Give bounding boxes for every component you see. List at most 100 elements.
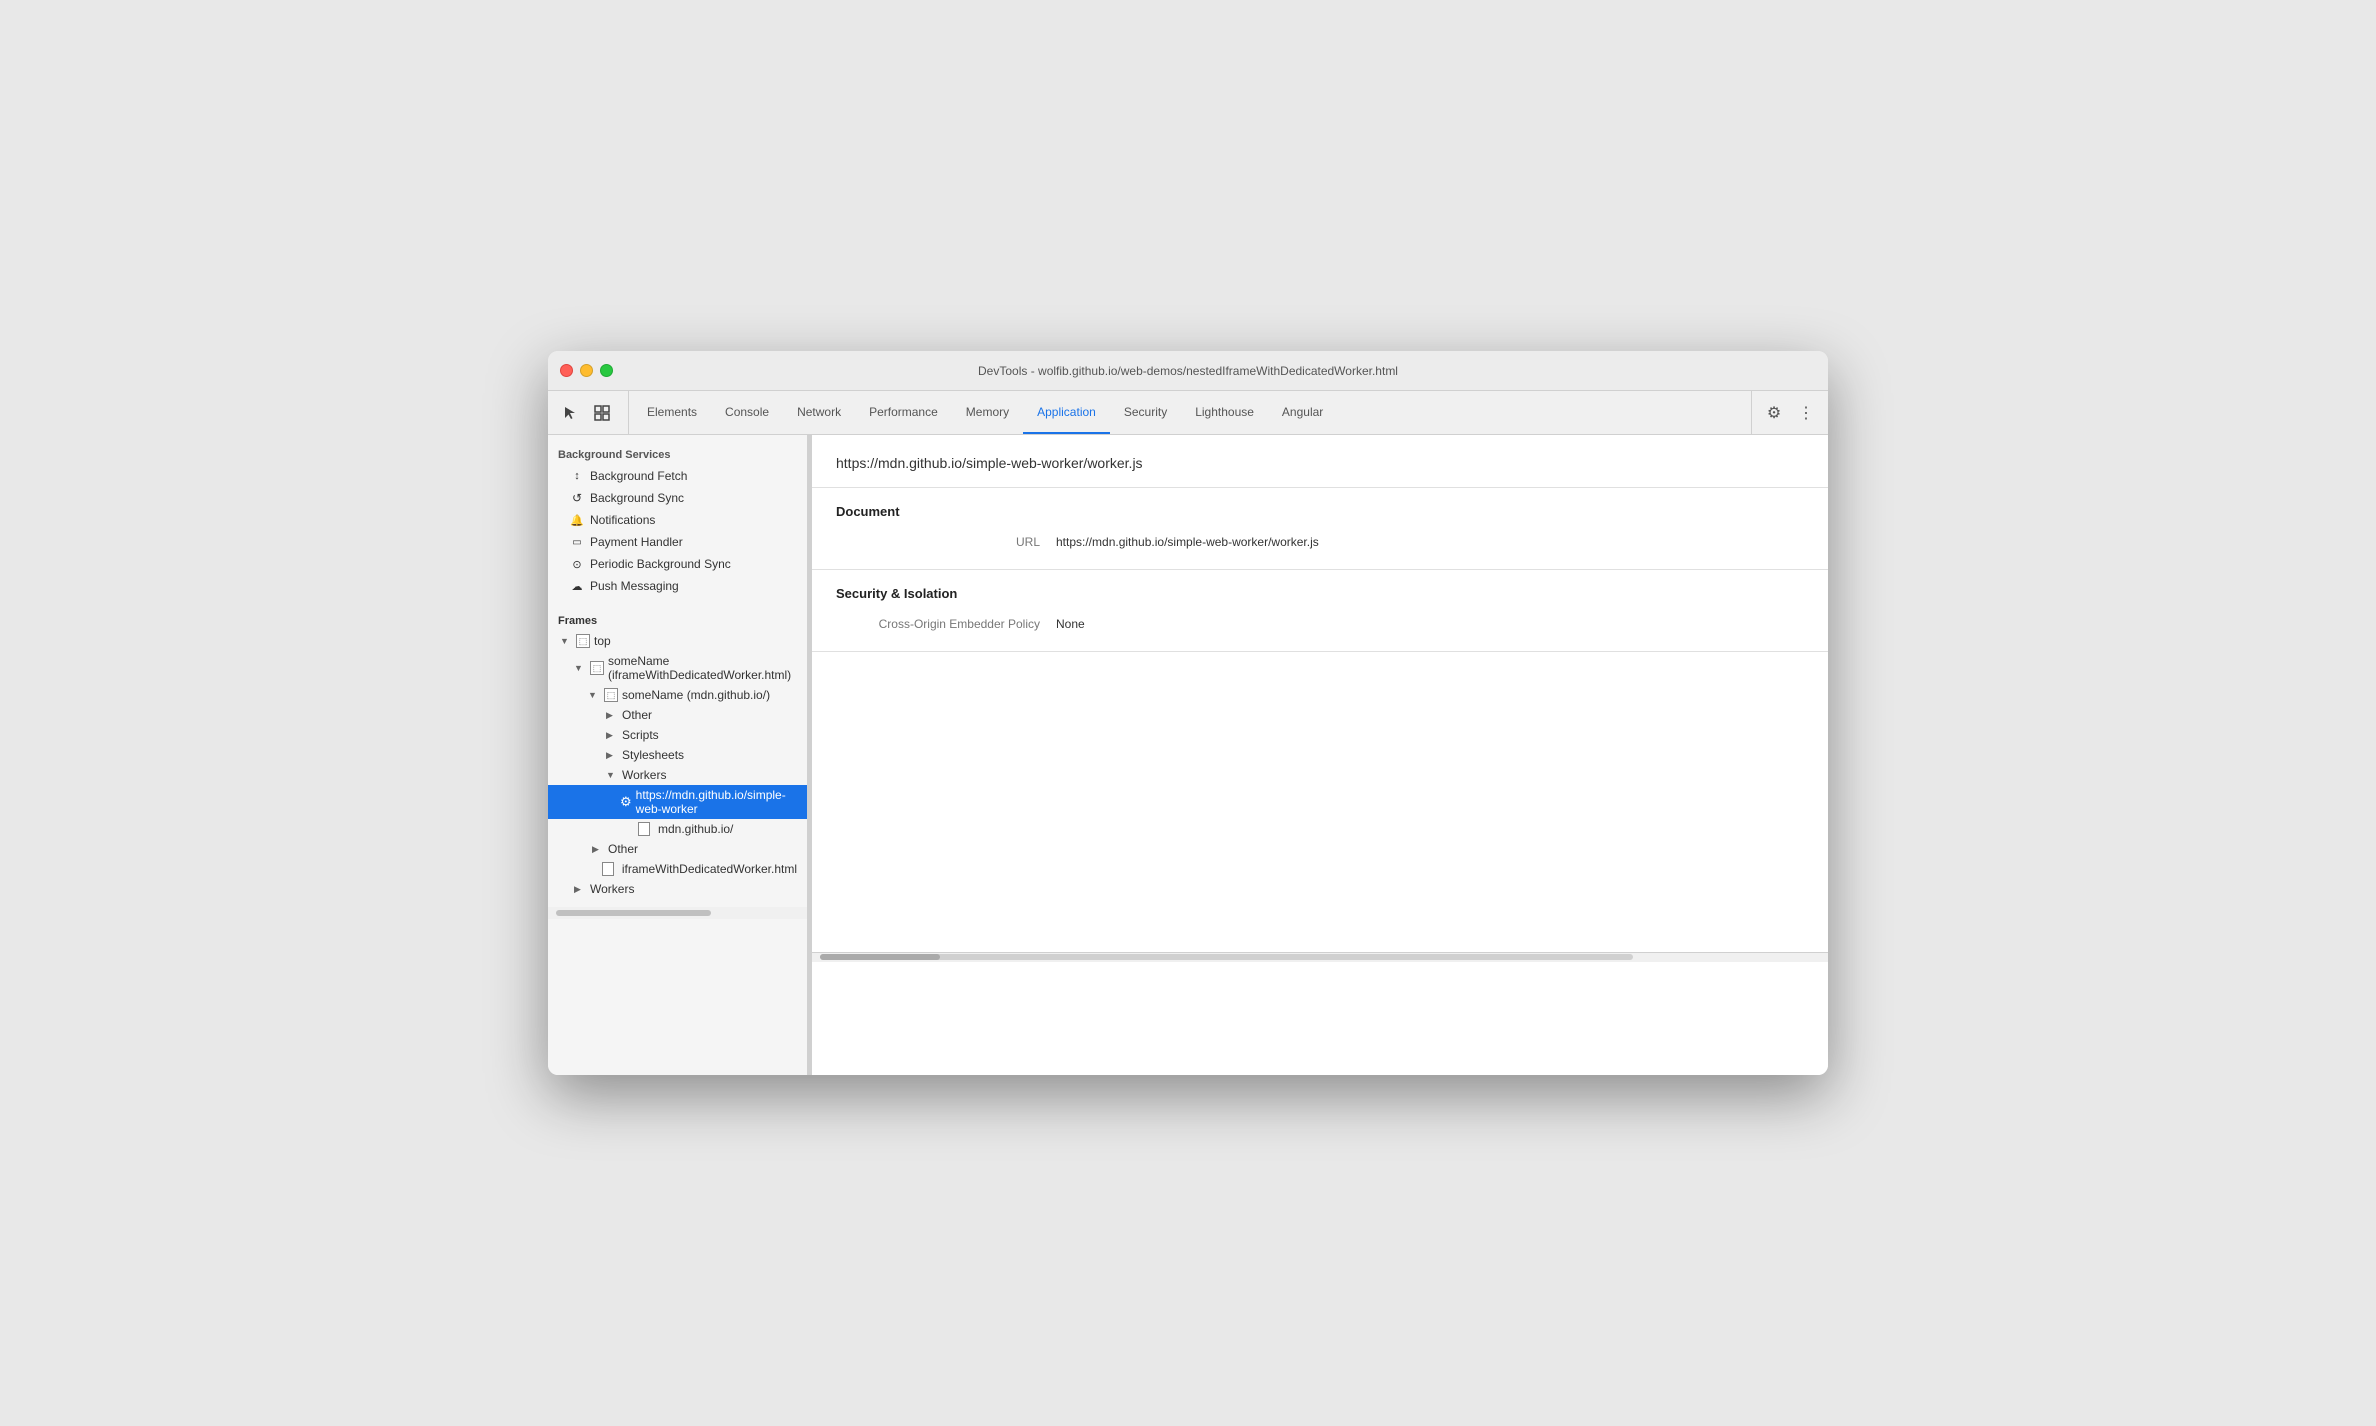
tree-item-somename-iframe[interactable]: ▼ ⬚ someName (iframeWithDedicatedWorker.… (548, 651, 807, 685)
content-bottom-scrollbar[interactable] (812, 952, 1828, 962)
tree-item-stylesheets[interactable]: ▶ Stylesheets (548, 745, 807, 765)
bell-icon: 🔔 (570, 514, 584, 527)
tree-item-iframe-file[interactable]: iframeWithDedicatedWorker.html (548, 859, 807, 879)
more-icon[interactable]: ⋮ (1792, 399, 1820, 427)
tab-network[interactable]: Network (783, 391, 855, 434)
collapse-icon: ▶ (606, 730, 618, 741)
content-empty-area (812, 652, 1828, 952)
security-section: Security & Isolation Cross-Origin Embedd… (812, 570, 1828, 652)
frames-label: Frames (558, 615, 597, 627)
tab-console[interactable]: Console (711, 391, 783, 434)
document-section: Document URL https://mdn.github.io/simpl… (812, 488, 1828, 570)
collapse-icon: ▼ (588, 690, 600, 700)
collapse-icon: ▶ (592, 844, 604, 855)
tree-item-scripts[interactable]: ▶ Scripts (548, 725, 807, 745)
frame-icon: ⬚ (590, 661, 604, 675)
security-section-title: Security & Isolation (836, 586, 1804, 601)
tab-lighthouse[interactable]: Lighthouse (1181, 391, 1268, 434)
title-bar: DevTools - wolfib.github.io/web-demos/ne… (548, 351, 1828, 391)
collapse-icon: ▶ (606, 710, 618, 721)
tree-item-label: mdn.github.io/ (658, 822, 733, 836)
content-url: https://mdn.github.io/simple-web-worker/… (812, 435, 1828, 488)
collapse-icon: ▼ (574, 663, 586, 673)
sidebar-item-payment-handler[interactable]: ▭ Payment Handler (548, 531, 807, 553)
frame-icon: ⬚ (604, 688, 618, 702)
toolbar-icons (556, 391, 629, 434)
tab-performance[interactable]: Performance (855, 391, 952, 434)
collapse-icon: ▼ (560, 636, 572, 646)
main-layout: Background Services ↕ Background Fetch ↺… (548, 435, 1828, 1075)
sidebar-item-label: Background Sync (590, 491, 684, 505)
url-label: URL (836, 535, 1056, 549)
url-row: URL https://mdn.github.io/simple-web-wor… (836, 531, 1804, 553)
tree-item-other-2[interactable]: ▶ Other (548, 839, 807, 859)
tab-angular[interactable]: Angular (1268, 391, 1337, 434)
tree-item-label: someName (mdn.github.io/) (622, 688, 770, 702)
tab-security[interactable]: Security (1110, 391, 1181, 434)
inspect-icon[interactable] (588, 399, 616, 427)
coep-value: None (1056, 617, 1085, 631)
collapse-icon: ▶ (574, 884, 586, 895)
scrollbar-track (820, 954, 1633, 960)
file-icon (602, 862, 614, 876)
sidebar-item-background-fetch[interactable]: ↕ Background Fetch (548, 465, 807, 487)
frames-title: Frames (548, 607, 807, 631)
scrollbar-thumb (556, 910, 711, 916)
devtools-window: DevTools - wolfib.github.io/web-demos/ne… (548, 351, 1828, 1075)
background-services-title: Background Services (548, 443, 807, 465)
tab-application[interactable]: Application (1023, 391, 1110, 434)
tree-item-label: Other (608, 842, 638, 856)
settings-icon[interactable]: ⚙ (1760, 399, 1788, 427)
tree-item-top[interactable]: ▼ ⬚ top (548, 631, 807, 651)
tree-item-label: Workers (590, 882, 634, 896)
tree-item-workers[interactable]: ▼ Workers (548, 765, 807, 785)
tree-item-label: iframeWithDedicatedWorker.html (622, 862, 797, 876)
coep-label: Cross-Origin Embedder Policy (836, 617, 1056, 631)
tree-item-label: Other (622, 708, 652, 722)
url-value: https://mdn.github.io/simple-web-worker/… (1056, 535, 1319, 549)
tab-memory[interactable]: Memory (952, 391, 1023, 434)
sidebar-item-notifications[interactable]: 🔔 Notifications (548, 509, 807, 531)
sidebar: Background Services ↕ Background Fetch ↺… (548, 435, 808, 1075)
frame-icon: ⬚ (576, 634, 590, 648)
toolbar: Elements Console Network Performance Mem… (548, 391, 1828, 435)
tab-elements[interactable]: Elements (633, 391, 711, 434)
gear-icon: ⚙ (620, 794, 632, 810)
collapse-icon: ▶ (606, 750, 618, 761)
tree-item-label: https://mdn.github.io/simple-web-worker (636, 788, 797, 816)
tree-item-workers-top[interactable]: ▶ Workers (548, 879, 807, 899)
sidebar-item-label: Periodic Background Sync (590, 557, 731, 571)
collapse-icon: ▼ (606, 770, 618, 780)
tree-item-worker-url[interactable]: ⚙ https://mdn.github.io/simple-web-worke… (548, 785, 807, 819)
coep-row: Cross-Origin Embedder Policy None (836, 613, 1804, 635)
content-panel: https://mdn.github.io/simple-web-worker/… (812, 435, 1828, 1075)
sidebar-scrollbar[interactable] (548, 907, 807, 919)
payment-icon: ▭ (570, 537, 584, 548)
document-section-title: Document (836, 504, 1804, 519)
cloud-icon: ☁ (570, 580, 584, 593)
tree-item-mdn-file[interactable]: mdn.github.io/ (548, 819, 807, 839)
sidebar-item-label: Payment Handler (590, 535, 683, 549)
file-icon (638, 822, 650, 836)
maximize-button[interactable] (600, 364, 613, 377)
tabs: Elements Console Network Performance Mem… (633, 391, 1751, 434)
background-sync-icon: ↺ (570, 491, 584, 505)
tree-item-label: Scripts (622, 728, 659, 742)
close-button[interactable] (560, 364, 573, 377)
tree-item-label: Stylesheets (622, 748, 684, 762)
tree-item-label: Workers (622, 768, 666, 782)
sidebar-item-background-sync[interactable]: ↺ Background Sync (548, 487, 807, 509)
toolbar-right: ⚙ ⋮ (1751, 391, 1820, 434)
scrollbar-thumb (820, 954, 940, 960)
cursor-icon[interactable] (556, 399, 584, 427)
tree-item-label: top (594, 634, 611, 648)
tree-item-other-1[interactable]: ▶ Other (548, 705, 807, 725)
sidebar-item-label: Push Messaging (590, 579, 679, 593)
minimize-button[interactable] (580, 364, 593, 377)
tree-item-somename-mdn[interactable]: ▼ ⬚ someName (mdn.github.io/) (548, 685, 807, 705)
sidebar-item-push-messaging[interactable]: ☁ Push Messaging (548, 575, 807, 597)
sidebar-item-label: Notifications (590, 513, 655, 527)
traffic-lights (560, 364, 613, 377)
sidebar-item-periodic-background-sync[interactable]: ⊙ Periodic Background Sync (548, 553, 807, 575)
sidebar-item-label: Background Fetch (590, 469, 687, 483)
